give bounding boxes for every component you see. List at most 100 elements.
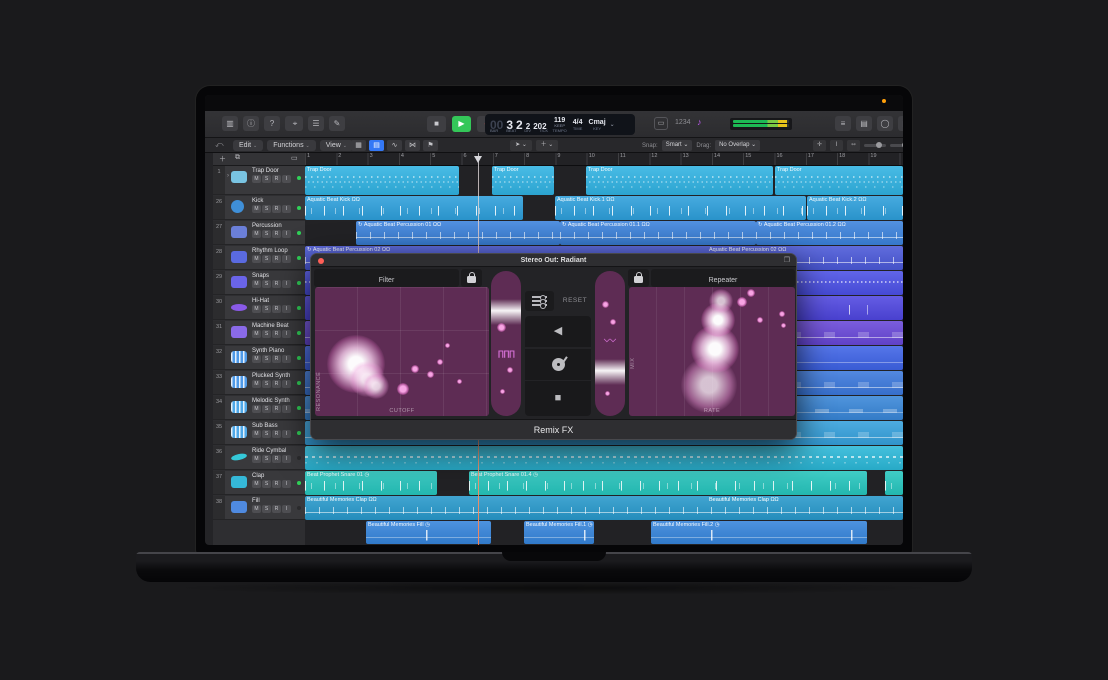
lcd-time-signature[interactable]: 4/4 TIME <box>573 119 583 131</box>
smart-controls-icon[interactable]: ⌖ <box>287 116 303 131</box>
menu-edit[interactable]: Edit ⌄ <box>233 140 263 151</box>
menu-view[interactable]: View ⌄ <box>320 140 353 151</box>
input-monitor-button[interactable]: I <box>282 205 291 213</box>
mute-button[interactable]: M <box>252 430 261 438</box>
input-monitor-button[interactable]: I <box>282 430 291 438</box>
track-clap[interactable]: 37ClapMSRI <box>213 471 305 495</box>
disclosure-icon[interactable]: › <box>227 173 229 179</box>
record-enable-button[interactable]: R <box>272 205 281 213</box>
mute-button[interactable]: M <box>252 175 261 183</box>
quick-help-icon[interactable]: ? <box>264 116 280 131</box>
solo-button[interactable]: S <box>262 405 271 413</box>
record-enable-button[interactable]: R <box>272 230 281 238</box>
region-beat-prophet-snare-01[interactable]: Beat Prophet Snare 01 ◷ <box>305 471 437 495</box>
mute-button[interactable]: M <box>252 305 261 313</box>
region-trap-door[interactable]: Trap Door <box>775 166 903 195</box>
bar-ruler[interactable]: 12345678910111213141516171819 <box>305 153 903 166</box>
record-enable-button[interactable]: R <box>272 255 281 263</box>
filter-lock-button[interactable] <box>461 269 482 287</box>
region-aquatic-beat-kick[interactable]: Aquatic Beat Kick ΩΩ <box>305 196 523 220</box>
solo-button[interactable]: S <box>262 205 271 213</box>
play-button[interactable]: ▶ <box>452 116 471 132</box>
solo-button[interactable]: S <box>262 430 271 438</box>
solo-button[interactable]: S <box>262 255 271 263</box>
note-pads-icon[interactable]: ▤ <box>856 116 872 131</box>
region-aquatic-beat-percussion-01-1[interactable]: ↻ Aquatic Beat Percussion 01.1 ΩΩ <box>560 221 756 245</box>
mute-button[interactable]: M <box>252 480 261 488</box>
solo-button[interactable]: S <box>262 330 271 338</box>
text-tool-icon[interactable]: I <box>830 140 843 151</box>
input-monitor-button[interactable]: I <box>282 355 291 363</box>
track-fill[interactable]: 38FillMSRI <box>213 496 305 520</box>
plugin-title-bar[interactable]: Stereo Out: Radiant ❐ <box>311 254 796 267</box>
horizontal-zoom-slider[interactable] <box>890 144 903 147</box>
track-percussion[interactable]: 27PercussionMSRI <box>213 221 305 245</box>
mute-button[interactable]: M <box>252 405 261 413</box>
inspector-icon[interactable]: ⓘ <box>243 116 259 131</box>
scratch-button[interactable] <box>525 349 591 380</box>
mute-button[interactable]: M <box>252 255 261 263</box>
solo-button[interactable]: S <box>262 505 271 513</box>
input-monitor-button[interactable]: I <box>282 330 291 338</box>
marquee-icon[interactable]: ⚑ <box>423 140 438 151</box>
automation-icon[interactable]: ∿ <box>387 140 402 151</box>
track-plucked-synth[interactable]: 33Plucked SynthMSRI <box>213 371 305 395</box>
loop-browser-icon[interactable]: ◯ <box>877 116 893 131</box>
menu-functions[interactable]: Functions ⌄ <box>267 140 316 151</box>
track-sub-bass[interactable]: 35Sub BassMSRI <box>213 421 305 445</box>
track-header-options-icon[interactable]: ▭ <box>291 154 298 162</box>
record-enable-button[interactable]: R <box>272 305 281 313</box>
track-rhythm-loop[interactable]: 28Rhythm LoopMSRI <box>213 246 305 270</box>
track-snaps[interactable]: 29SnapsMSRI <box>213 271 305 295</box>
region-beautiful-memories-clap[interactable]: Beautiful Memories Clap ΩΩBeautiful Memo… <box>305 496 903 520</box>
reverse-button[interactable]: ◀ <box>525 316 591 347</box>
record-enable-button[interactable]: R <box>272 430 281 438</box>
solo-button[interactable]: S <box>262 230 271 238</box>
mute-button[interactable]: M <box>252 455 261 463</box>
region-beautiful-memories-fill-2[interactable]: Beautiful Memories Fill.2 ◷ <box>651 521 867 544</box>
downsampler-slider[interactable]: ⌵⌵ <box>595 271 625 416</box>
lcd-tempo[interactable]: 119 KEEP TEMPO <box>553 117 567 133</box>
list-editors-icon[interactable]: ≡ <box>835 116 851 131</box>
region-aquatic-beat-kick-2[interactable]: Aquatic Beat Kick.2 ΩΩ <box>807 196 903 220</box>
record-enable-button[interactable]: R <box>272 405 281 413</box>
record-enable-button[interactable]: R <box>272 175 281 183</box>
lcd-key[interactable]: Cmaj KEY <box>589 119 606 131</box>
record-enable-button[interactable]: R <box>272 280 281 288</box>
track-machine-beat[interactable]: 31Machine BeatMSRI <box>213 321 305 345</box>
region-aquatic-beat-percussion-01-2[interactable]: ↻ Aquatic Beat Percussion 01.2 ΩΩ <box>756 221 903 245</box>
track-kick[interactable]: 26KickMSRI <box>213 196 305 220</box>
link-icon[interactable]: ❐ <box>784 256 790 264</box>
input-monitor-button[interactable]: I <box>282 455 291 463</box>
solo-button[interactable]: S <box>262 480 271 488</box>
track-melodic-synth[interactable]: 34Melodic SynthMSRI <box>213 396 305 420</box>
mute-button[interactable]: M <box>252 230 261 238</box>
solo-button[interactable]: S <box>262 305 271 313</box>
input-monitor-button[interactable]: I <box>282 380 291 388</box>
vertical-zoom-slider[interactable] <box>864 144 886 147</box>
input-monitor-button[interactable]: I <box>282 255 291 263</box>
region-trap-door[interactable]: Trap Door <box>305 166 459 195</box>
browsers-icon[interactable]: ◫ <box>898 116 903 131</box>
region-trap-door[interactable]: Trap Door <box>492 166 554 195</box>
track-hi-hat[interactable]: 30Hi-HatMSRI <box>213 296 305 320</box>
mute-button[interactable]: M <box>252 280 261 288</box>
repeater-xy-pad[interactable]: MIX RATE <box>629 287 795 416</box>
region[interactable] <box>885 471 903 495</box>
solo-button[interactable]: S <box>262 175 271 183</box>
solo-button[interactable]: S <box>262 355 271 363</box>
region-beautiful-memories-fill-1[interactable]: Beautiful Memories Fill.1 ◷ <box>524 521 594 544</box>
reset-button[interactable]: RESET <box>557 291 593 311</box>
track-ride-cymbal[interactable]: 36Ride CymbalMSRI <box>213 446 305 470</box>
input-monitor-button[interactable]: I <box>282 480 291 488</box>
region-trap-door[interactable]: Trap Door <box>586 166 773 195</box>
remix-fx-window[interactable]: Stereo Out: Radiant ❐ Filter Repeater <box>310 253 797 440</box>
solo-button[interactable]: S <box>262 280 271 288</box>
mute-button[interactable]: M <box>252 355 261 363</box>
record-enable-button[interactable]: R <box>272 355 281 363</box>
mute-button[interactable]: M <box>252 205 261 213</box>
gater-slider[interactable]: ∏∏∏ <box>491 271 521 416</box>
repeater-lock-button[interactable] <box>628 269 649 287</box>
midi-view-icon[interactable]: ▤ <box>369 140 384 151</box>
tape-stop-button[interactable]: ■ <box>525 381 591 416</box>
